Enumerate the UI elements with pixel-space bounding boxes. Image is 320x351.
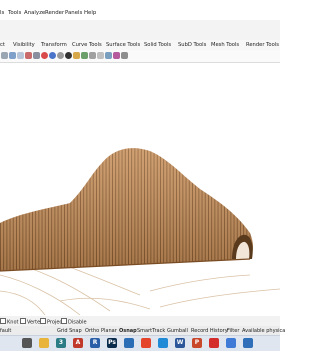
menu-item-help[interactable]: Help: [84, 10, 96, 16]
osnap-knot[interactable]: Knot: [0, 318, 18, 326]
store-icon[interactable]: [243, 338, 253, 348]
windows-taskbar: 3 A R Ps W P: [0, 335, 280, 351]
menu-item-render[interactable]: Render: [45, 10, 64, 16]
status-bar: fault Grid Snap Ortho Planar Osnap Smart…: [0, 326, 285, 335]
dark-sphere-icon[interactable]: [65, 52, 72, 59]
status-osnap[interactable]: Osnap: [119, 328, 137, 334]
edge-icon[interactable]: [158, 338, 168, 348]
checkbox-icon[interactable]: [20, 318, 26, 324]
status-layer[interactable]: fault: [0, 328, 11, 334]
light-icon[interactable]: [73, 52, 80, 59]
tab-curve-tools[interactable]: Curve Tools: [72, 42, 102, 48]
explorer-icon[interactable]: [39, 338, 49, 348]
grid-icon[interactable]: [89, 52, 96, 59]
checkbox-icon[interactable]: [40, 318, 46, 324]
layer-icon[interactable]: [105, 52, 112, 59]
osnap-disable[interactable]: Disable: [61, 318, 87, 326]
toolbar: [0, 50, 280, 63]
menu-item-tools-partial[interactable]: ls: [0, 10, 4, 16]
photoshop-icon[interactable]: Ps: [107, 338, 117, 348]
chrome-icon[interactable]: [141, 338, 151, 348]
status-ortho[interactable]: Ortho: [85, 328, 99, 334]
toolbar-tool-icon[interactable]: [1, 52, 8, 59]
material-icon[interactable]: [81, 52, 88, 59]
tab-solid-tools[interactable]: Solid Tools: [144, 42, 171, 48]
properties-icon[interactable]: [113, 52, 120, 59]
lumion-icon[interactable]: [124, 338, 134, 348]
zoom-extents-icon[interactable]: [25, 52, 32, 59]
tab-visibility[interactable]: Visibility: [13, 42, 35, 48]
tab-transform[interactable]: Transform: [41, 42, 67, 48]
model-canvas: [0, 148, 280, 315]
pdf-icon[interactable]: [209, 338, 219, 348]
shaded-sphere-icon[interactable]: [57, 52, 64, 59]
status-grid-snap[interactable]: Grid Snap: [57, 328, 82, 334]
tab-subd-tools[interactable]: SubD Tools: [178, 42, 206, 48]
zoom-icon[interactable]: [9, 52, 16, 59]
autocad-icon[interactable]: A: [73, 338, 83, 348]
tab-select[interactable]: ct: [0, 42, 5, 48]
zoom-window-icon[interactable]: [17, 52, 24, 59]
menu-item-analyze[interactable]: Analyze: [24, 10, 45, 16]
word-icon[interactable]: W: [175, 338, 185, 348]
menu-bar: ls Tools Analyze Render Panels Help: [0, 8, 280, 20]
powerpoint-icon[interactable]: P: [192, 338, 202, 348]
tab-render-tools[interactable]: Render Tools: [246, 42, 279, 48]
tab-mesh-tools[interactable]: Mesh Tools: [211, 42, 239, 48]
app-icon[interactable]: [226, 338, 236, 348]
osnap-bar: Knot Vertex Project Disable: [0, 316, 280, 326]
status-planar[interactable]: Planar: [101, 328, 117, 334]
status-smarttrack[interactable]: SmartTrack: [137, 328, 165, 334]
render-sphere-icon[interactable]: [49, 52, 56, 59]
settings-icon[interactable]: [121, 52, 128, 59]
tab-surface-tools[interactable]: Surface Tools: [106, 42, 140, 48]
checkbox-icon[interactable]: [0, 318, 6, 324]
checkbox-icon[interactable]: [61, 318, 67, 324]
revit-icon[interactable]: R: [90, 338, 100, 348]
rhino-app-icon[interactable]: 3: [56, 338, 66, 348]
status-record-history[interactable]: Record History: [191, 328, 228, 334]
menu-item-panels[interactable]: Panels: [65, 10, 82, 16]
status-gumball[interactable]: Gumball: [167, 328, 188, 334]
viewport-icon[interactable]: [33, 52, 40, 59]
sphere-icon[interactable]: [41, 52, 48, 59]
menu-item-tools[interactable]: Tools: [8, 10, 21, 16]
rhino-icon[interactable]: [22, 338, 32, 348]
status-memory: Available physica: [242, 327, 286, 334]
options-icon[interactable]: [97, 52, 104, 59]
status-filter[interactable]: Filter: [227, 328, 239, 334]
command-area: [0, 20, 280, 40]
perspective-viewport[interactable]: [0, 63, 280, 315]
